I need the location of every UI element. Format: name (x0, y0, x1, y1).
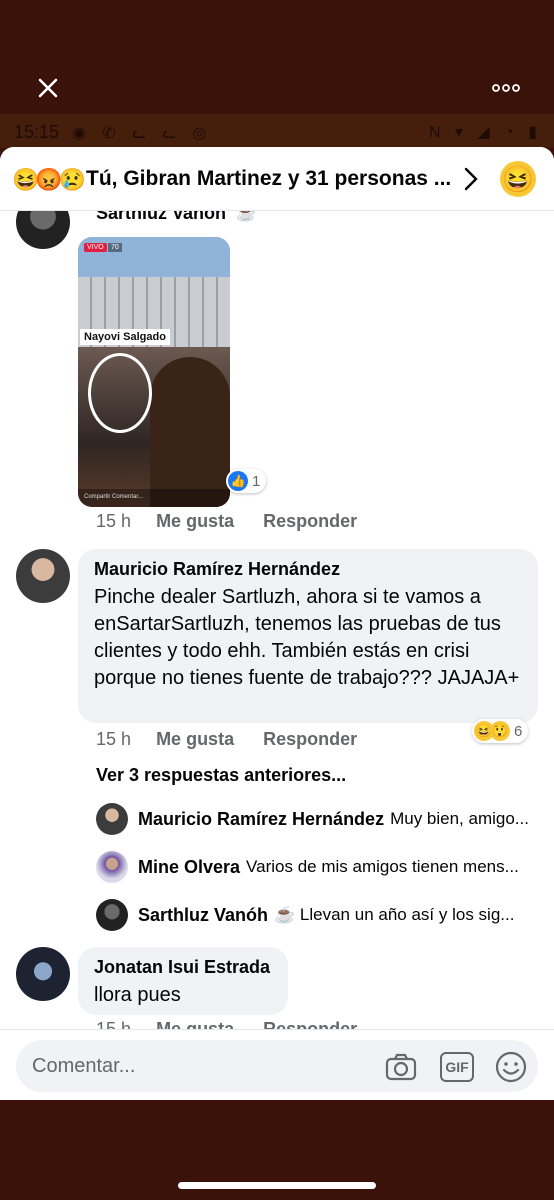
reaction-count-value: 6 (514, 722, 523, 740)
avatar (96, 803, 128, 835)
comment-author[interactable]: Sarthluz Vanóh (96, 211, 226, 224)
comment-input[interactable] (32, 1050, 372, 1082)
coffee-icon: ☕ (236, 211, 256, 222)
like-icon: 👍 (228, 471, 248, 491)
reaction-count-value: 1 (252, 472, 261, 490)
reply-snippet: Muy bien, amigo... (390, 809, 529, 828)
reactions-summary[interactable]: Tú, Gibran Martinez y 31 personas ... (86, 167, 451, 191)
video-scene-person (150, 357, 230, 507)
reply-button[interactable]: Responder (263, 729, 357, 749)
avatar (96, 899, 128, 931)
comment-bubble[interactable]: Jonatan Isui Estrada llora pues (78, 947, 288, 1015)
reaction-count[interactable]: 👍 1 (226, 469, 267, 493)
comment-text: Pinche dealer Sartluzh, ahora si te vamo… (94, 586, 520, 689)
reply-snippet: ☕ Llevan un año así y los sig... (274, 905, 515, 924)
comment-time: 15 h (96, 511, 132, 531)
camera-icon[interactable] (384, 1050, 418, 1084)
reply-button[interactable]: Responder (263, 511, 357, 531)
gif-icon[interactable]: GIF (440, 1052, 474, 1082)
gif-label: GIF (445, 1059, 469, 1075)
reply-author: Mauricio Ramírez Hernández (138, 808, 385, 829)
like-button[interactable]: Me gusta (156, 729, 234, 749)
home-indicator[interactable] (178, 1182, 376, 1189)
comments-sheet: 😆😡😢 Tú, Gibran Martinez y 31 personas ..… (0, 147, 554, 1100)
status-system-icons: N ▾ ◢ ◔ ▮ (428, 124, 542, 141)
status-notification-icons: ◉ ✆ ᓚ ᓚ ◎ (72, 125, 213, 142)
comment-author[interactable]: Jonatan Isui Estrada (94, 957, 272, 978)
reactions-header[interactable]: 😆😡😢 Tú, Gibran Martinez y 31 personas ..… (0, 147, 554, 211)
video-highlight-circle (88, 353, 152, 433)
reply-item[interactable]: Mauricio Ramírez Hernández Muy bien, ami… (96, 803, 540, 835)
reply-author: Mine Olvera (138, 856, 241, 877)
view-previous-replies[interactable]: Ver 3 respuestas anteriores... (96, 765, 346, 786)
status-bar: 15:15 ◉ ✆ ᓚ ᓚ ◎ N ▾ ◢ ◔ ▮ (0, 114, 554, 148)
comment-actions: 15 h Me gusta Responder (96, 1019, 381, 1029)
reply-snippet: Varios de mis amigos tienen mens... (246, 857, 519, 876)
video-attachment[interactable]: VIVO 70 Nayovi Salgado Compartir Comenta… (78, 237, 230, 507)
more-options-icon[interactable] (492, 82, 520, 94)
comment-bubble[interactable]: Mauricio Ramírez Hernández Pinche dealer… (78, 549, 538, 723)
react-button[interactable]: 😆 (500, 161, 536, 197)
comment-actions: 15 h Me gusta Responder (96, 729, 381, 750)
comment-time: 15 h (96, 1019, 132, 1029)
reply-author: Sarthluz Vanóh (138, 904, 269, 925)
like-button[interactable]: Me gusta (156, 1019, 234, 1029)
like-button[interactable]: Me gusta (156, 511, 234, 531)
avatar[interactable] (16, 211, 70, 249)
comment-author[interactable]: Mauricio Ramírez Hernández (94, 559, 522, 580)
wow-icon: 😲 (490, 721, 510, 741)
avatar[interactable] (16, 947, 70, 1001)
live-badge: VIVO (84, 243, 107, 252)
video-action-bar: Compartir Comentar... (78, 489, 230, 507)
avatar[interactable] (16, 549, 70, 603)
comment-actions: 15 h Me gusta Responder (96, 511, 381, 532)
emoji-icon[interactable] (494, 1050, 528, 1084)
reply-item[interactable]: Mine Olvera Varios de mis amigos tienen … (96, 851, 540, 883)
reply-button[interactable]: Responder (263, 1019, 357, 1029)
reaction-count[interactable]: 😆 😲 6 (472, 719, 529, 743)
reaction-icons: 😆😡😢 (12, 167, 86, 192)
view-count: 70 (108, 243, 122, 252)
comment-composer: GIF (0, 1029, 554, 1100)
status-time: 15:15 (14, 122, 60, 142)
comment-feed[interactable]: Sarthluz Vanóh ☕ VIVO 70 Nayovi Salgado … (0, 211, 554, 1029)
comment-text: llora pues (94, 984, 181, 1006)
avatar (96, 851, 128, 883)
composer-box[interactable]: GIF (16, 1040, 538, 1092)
chevron-right-icon[interactable] (460, 165, 482, 193)
close-icon[interactable] (34, 74, 62, 102)
reply-item[interactable]: Sarthluz Vanóh ☕ Llevan un año así y los… (96, 899, 540, 931)
comment-time: 15 h (96, 729, 132, 749)
video-caption: Nayovi Salgado (80, 329, 170, 345)
